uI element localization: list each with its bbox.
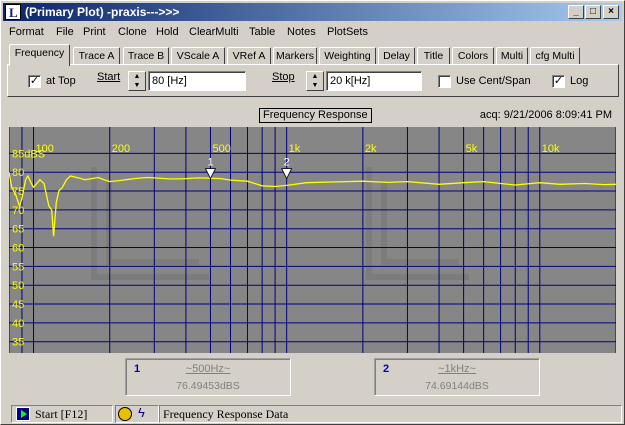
marker-1-readout: 1 ~500Hz~ 76.49453dBS [125,358,291,396]
lightning-icon[interactable]: ϟ [138,405,145,420]
y-tick-label: 55 [12,261,24,273]
plot-title: Frequency Response [259,108,372,123]
at-top-label: at Top [46,75,76,87]
frequency-response-plot[interactable]: 85dBS 80 75 70 65 60 55 50 45 40 35 100 200 500 1k 2k 5… [9,127,616,353]
marker-2-readout: 2 ~1kHz~ 74.69144dBS [374,358,540,396]
title-bar: L (Primary Plot) -praxis--->>> _ □ × [3,3,622,21]
log-label: Log [570,75,589,87]
start-button-label: Start [F12] [35,407,88,421]
status-text: Frequency Response Data [163,407,289,421]
marker-value: 74.69144dBS [425,380,489,392]
tab-markers[interactable]: Markers [273,47,317,65]
x-tick-label: 5k [466,143,478,155]
watermark-logo [91,167,469,280]
x-tick-label: 1k [289,143,301,155]
x-tick-label: 500 [212,143,230,155]
tab-weighting[interactable]: Weighting [319,47,376,65]
spin-up-icon[interactable]: ▲ [129,72,145,81]
menu-bar: Format File Print Clone Hold ClearMulti … [3,23,622,42]
menu-file[interactable]: File [56,26,74,38]
menu-clone[interactable]: Clone [118,26,147,38]
stop-frequency-input[interactable]: 20 k[Hz] [326,71,422,91]
frequency-response-trace [9,172,616,237]
log-checkbox[interactable]: ✓ [552,75,565,88]
menu-notes[interactable]: Notes [287,26,316,38]
maximize-button[interactable]: □ [585,5,601,19]
use-cent-span-checkbox[interactable] [438,75,451,88]
start-frequency-input[interactable]: 80 [Hz] [148,71,246,91]
y-tick-label: 60 [12,243,24,255]
start-spinner[interactable]: ▲ ▼ [128,71,146,91]
menu-table[interactable]: Table [249,26,275,38]
tab-multi[interactable]: Multi [496,47,528,65]
stop-label: Stop [272,71,295,83]
use-cent-span-label: Use Cent/Span [456,75,531,87]
tab-trace-a[interactable]: Trace A [73,47,120,65]
marker-value: 76.49453dBS [176,380,240,392]
stop-spinner[interactable]: ▲ ▼ [306,71,324,91]
y-tick-label: 45 [12,299,24,311]
menu-print[interactable]: Print [83,26,106,38]
svg-text:2: 2 [284,157,290,169]
y-tick-label: 40 [12,318,24,330]
y-tick-label: 80 [12,167,24,179]
marker-frequency[interactable]: ~500Hz~ [126,363,290,375]
start-label: Start [97,71,121,83]
frequency-panel: ✓ at Top Start ▲ ▼ 80 [Hz] Stop ▲ ▼ 20 k… [7,64,619,97]
spin-up-icon[interactable]: ▲ [307,72,323,81]
marker-1-icon[interactable]: 1 [204,157,217,180]
tab-colors[interactable]: Colors [452,47,494,65]
close-button[interactable]: × [603,5,619,19]
frequency-response-chart: 85dBS80757065605550454035 100 200 500 1k 2k 5… [9,127,616,353]
tab-vref-a[interactable]: VRef A [227,47,271,65]
spin-down-icon[interactable]: ▼ [307,81,323,90]
app-window: L (Primary Plot) -praxis--->>> _ □ × For… [0,0,625,425]
spin-down-icon[interactable]: ▼ [129,81,145,90]
tab-trace-b[interactable]: Trace B [123,47,169,65]
menu-plotsets[interactable]: PlotSets [327,26,368,38]
marker-frequency[interactable]: ~1kHz~ [375,363,539,375]
marker-2-icon[interactable]: 2 [281,157,293,180]
tab-cfg-multi[interactable]: cfg Multi [530,47,580,65]
gauge-icon[interactable] [118,407,132,421]
y-tick-label: 70 [12,205,24,217]
menu-clearmulti[interactable]: ClearMulti [189,26,239,38]
x-tick-label: 2k [365,143,377,155]
tab-title[interactable]: Title [417,47,450,65]
svg-text:1: 1 [207,157,213,169]
tab-frequency[interactable]: Frequency [9,44,70,66]
y-tick-label: 50 [12,280,24,292]
window-title: (Primary Plot) -praxis--->>> [25,5,180,19]
x-tick-label: 10k [542,143,560,155]
minimize-button[interactable]: _ [568,5,584,19]
x-tick-label: 200 [112,143,130,155]
acquisition-timestamp: acq: 9/21/2006 8:09:41 PM [479,109,612,121]
app-logo-icon: L [5,4,21,20]
tab-strip: Frequency Trace A Trace B VScale A VRef … [3,44,622,66]
at-top-checkbox[interactable]: ✓ [28,75,41,88]
y-tick-label: 65 [12,224,24,236]
play-icon [16,407,30,421]
menu-hold[interactable]: Hold [156,26,179,38]
x-tick-label: 100 [36,143,54,155]
tab-vscale-a[interactable]: VScale A [171,47,225,65]
tab-delay[interactable]: Delay [378,47,415,65]
menu-format[interactable]: Format [9,26,44,38]
y-tick-label: 35 [12,337,24,349]
status-bar: Start [F12] ϟ Frequency Response Data [3,404,622,424]
